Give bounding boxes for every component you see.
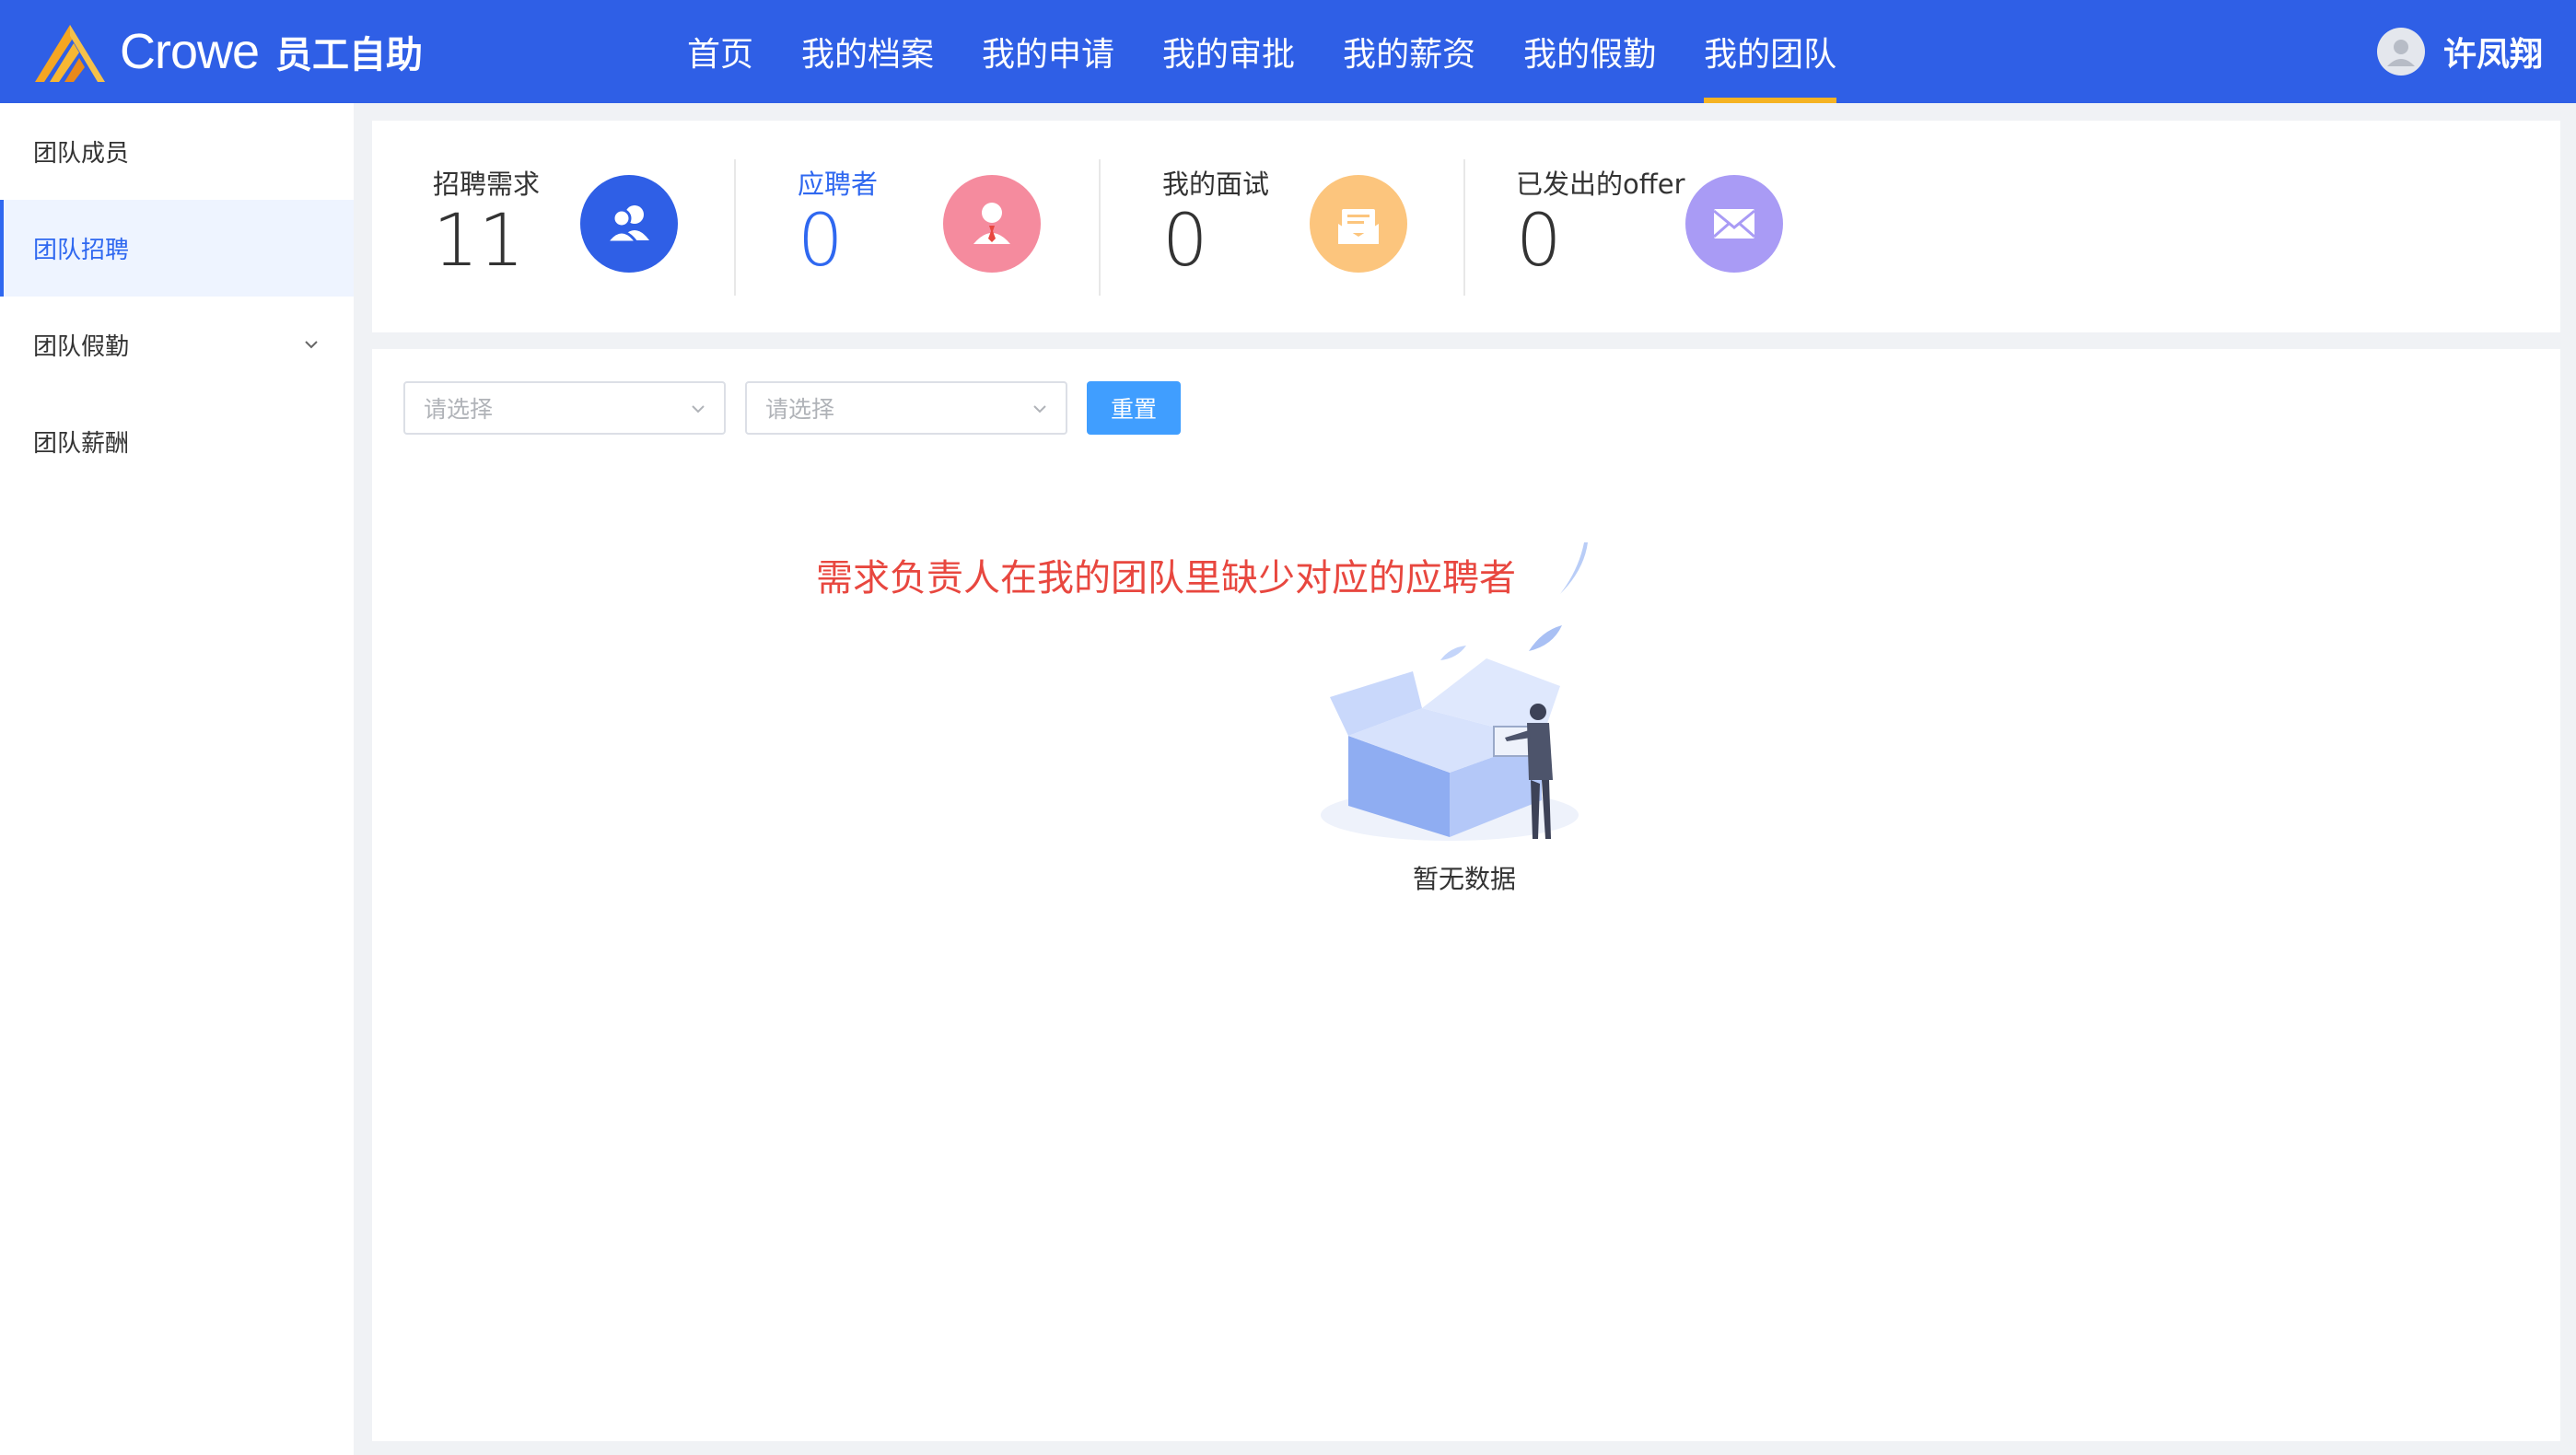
sidebar-item-team-members[interactable]: 团队成员 (0, 103, 354, 200)
reset-button[interactable]: 重置 (1087, 381, 1181, 435)
sidebar-item-label: 团队招聘 (33, 237, 130, 264)
nav-my-approvals[interactable]: 我的审批 (1138, 0, 1319, 103)
brand-subtitle: 员工自助 (275, 34, 424, 76)
nav-home[interactable]: 首页 (663, 0, 777, 103)
stat-my-interviews[interactable]: 我的面试 0 (1162, 121, 1439, 332)
stat-value: 0 (1162, 200, 1208, 283)
stat-divider (734, 159, 736, 296)
main-nav: 首页 我的档案 我的申请 我的审批 我的薪资 我的假勤 我的团队 (663, 0, 1860, 103)
chevron-down-icon (1033, 405, 1046, 413)
sidebar-item-team-attendance[interactable]: 团队假勤 (0, 297, 354, 393)
sidebar-item-label: 团队成员 (33, 140, 130, 168)
filter-select-1[interactable]: 请选择 (403, 381, 726, 435)
envelope-open-icon (1310, 175, 1407, 273)
stat-label: 我的面试 (1162, 169, 1270, 200)
stat-label: 招聘需求 (433, 169, 541, 200)
sidebar-item-team-recruitment[interactable]: 团队招聘 (0, 200, 354, 297)
mail-icon (1685, 175, 1783, 273)
chevron-down-icon (692, 405, 705, 413)
filter-select-2[interactable]: 请选择 (745, 381, 1067, 435)
avatar[interactable] (2376, 28, 2425, 76)
empty-state-text: 暂无数据 (1413, 864, 1517, 894)
stat-value: 0 (798, 200, 844, 283)
nav-my-attendance[interactable]: 我的假勤 (1499, 0, 1680, 103)
user-name: 许凤翔 (2442, 36, 2543, 74)
user-avatar-icon (2386, 40, 2415, 66)
stat-value: 11 (433, 200, 525, 283)
sidebar-item-label: 团队薪酬 (33, 430, 130, 458)
brand-name: Crowe (120, 24, 260, 79)
stat-divider (1099, 159, 1101, 296)
nav-my-profile[interactable]: 我的档案 (777, 0, 958, 103)
users-icon (580, 175, 678, 273)
select-placeholder: 请选择 (765, 396, 835, 423)
sidebar: 团队成员 团队招聘 团队假勤 团队薪酬 (0, 103, 354, 1455)
stats-card: 招聘需求 11 应聘者 0 我的面试 0 已发出的offer 0 (372, 121, 2560, 332)
stat-value: 0 (1516, 200, 1562, 283)
brand[interactable]: Crowe 员工自助 (33, 17, 423, 87)
sidebar-item-team-compensation[interactable]: 团队薪酬 (0, 393, 354, 490)
select-placeholder: 请选择 (424, 396, 494, 423)
stat-label: 应聘者 (798, 169, 879, 200)
crowe-logo-icon (35, 25, 105, 82)
user-menu[interactable]: 许凤翔 (2376, 0, 2543, 103)
empty-box-illustration-icon (1321, 542, 1588, 841)
stat-offers-sent[interactable]: 已发出的offer 0 (1516, 121, 1820, 332)
stat-recruitment-demand[interactable]: 招聘需求 11 (433, 121, 709, 332)
nav-my-salary[interactable]: 我的薪资 (1319, 0, 1499, 103)
top-header: Crowe 员工自助 首页 我的档案 我的申请 我的审批 我的薪资 我的假勤 我… (0, 0, 2576, 103)
applicant-icon (943, 175, 1041, 273)
stat-divider (1463, 159, 1465, 296)
chevron-down-icon (305, 341, 318, 349)
stat-applicants[interactable]: 应聘者 0 (798, 121, 1074, 332)
stat-label: 已发出的offer (1516, 169, 1685, 200)
sidebar-item-label: 团队假勤 (33, 333, 130, 361)
nav-my-applications[interactable]: 我的申请 (958, 0, 1138, 103)
recruitment-panel: 请选择 请选择 重置 需求负责人在我的团队里缺少对应的应聘者 暂无数据 (372, 349, 2560, 1441)
nav-my-team[interactable]: 我的团队 (1680, 0, 1860, 103)
